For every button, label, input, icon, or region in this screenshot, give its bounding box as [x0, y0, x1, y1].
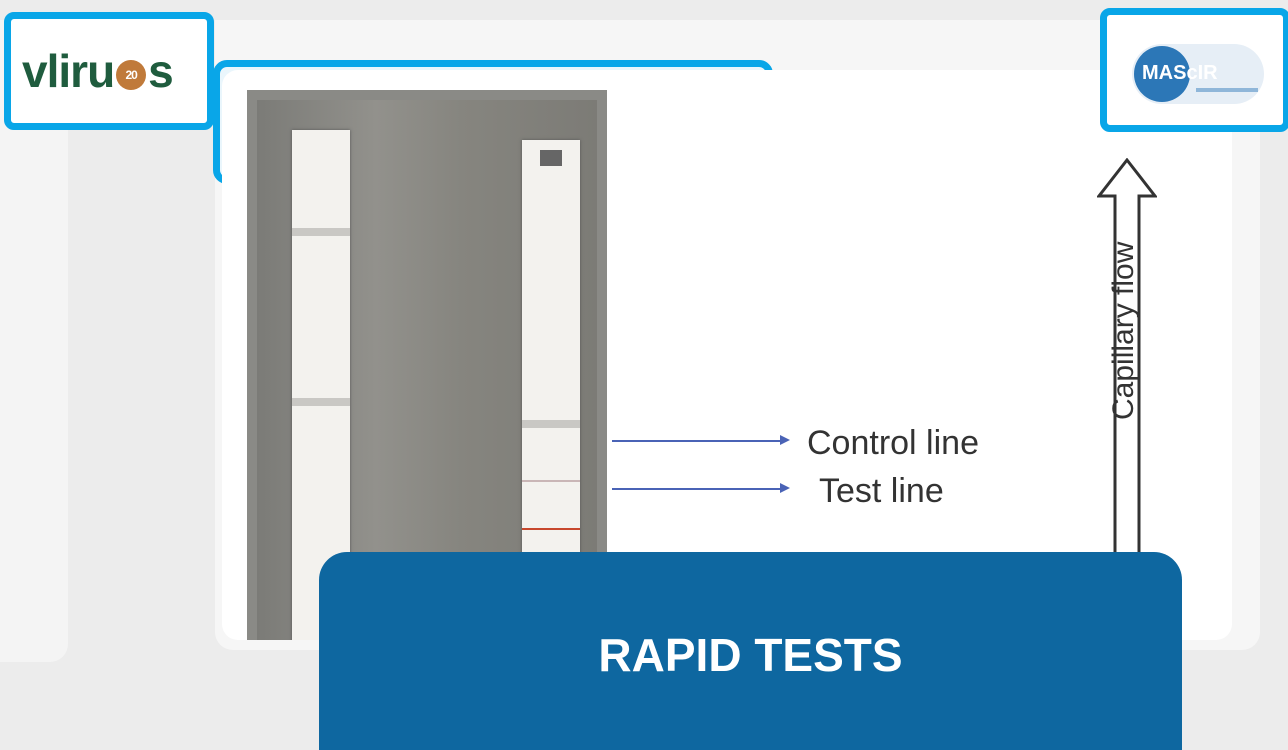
capillary-flow-label: Capillary flow — [1107, 241, 1140, 420]
mascir-tagline-bar — [1196, 88, 1258, 92]
control-arrow-line — [612, 440, 782, 442]
control-line-mark — [522, 480, 580, 482]
control-arrow-head-icon — [780, 435, 790, 445]
test-arrow-line — [612, 488, 782, 490]
strip-band — [292, 228, 350, 236]
test-arrow-head-icon — [780, 483, 790, 493]
test-line-mark — [522, 528, 580, 530]
slide-title: RAPID TESTS — [598, 629, 903, 681]
mascir-logo-text: MAScIR — [1142, 62, 1218, 84]
vliruos-logo: vliru 20 s — [22, 45, 174, 97]
strip-band — [522, 420, 580, 428]
strip-band — [292, 398, 350, 406]
control-line-label: Control line — [807, 424, 979, 462]
anniversary-badge: 20 — [116, 59, 147, 90]
strip-logo-icon — [540, 150, 562, 166]
test-line-label: Test line — [819, 472, 944, 510]
